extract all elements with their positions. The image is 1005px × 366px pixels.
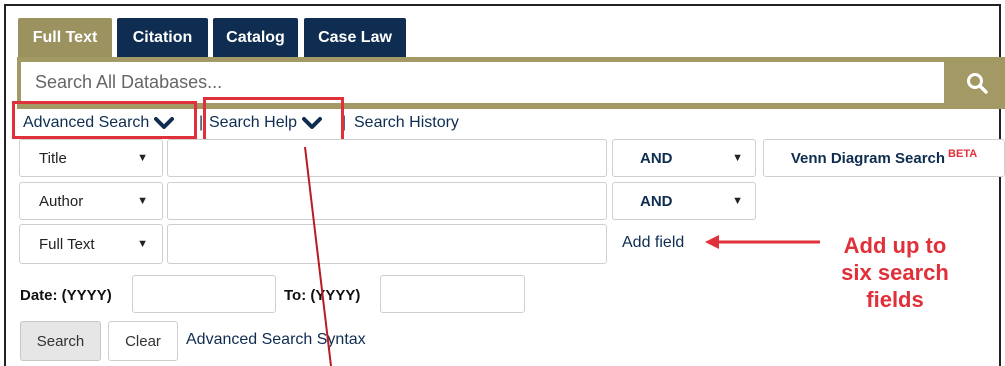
dropdown-arrow-icon: ▼ [732, 195, 743, 207]
search-submit-button[interactable] [948, 62, 1005, 103]
date-from-input[interactable] [132, 275, 276, 313]
dropdown-arrow-icon: ▼ [137, 195, 148, 207]
field-input-2[interactable] [167, 182, 607, 220]
advanced-search-syntax-link[interactable]: Advanced Search Syntax [186, 331, 366, 349]
field-type-select-1[interactable]: Title ▼ [19, 139, 163, 177]
select-value: Full Text [39, 235, 95, 253]
search-history-label: Search History [354, 114, 459, 131]
tab-label: Catalog [226, 29, 285, 46]
highlight-box-search-help [203, 97, 344, 145]
search-button[interactable]: Search [20, 321, 101, 361]
select-value: AND [640, 192, 673, 210]
tab-label: Case Law [318, 29, 392, 46]
annotation-line: Add up to [843, 233, 947, 258]
syntax-label: Advanced Search Syntax [186, 331, 366, 348]
field-input-3[interactable] [167, 224, 607, 264]
date-from-label: Date: (YYYY) [20, 287, 112, 304]
add-field-label: Add field [622, 234, 685, 251]
date-to-label: To: (YYYY) [284, 287, 361, 304]
select-value: Title [39, 149, 67, 167]
add-field-link[interactable]: Add field [622, 234, 684, 252]
dropdown-arrow-icon: ▼ [137, 238, 148, 250]
search-button-label: Search [36, 332, 85, 350]
dropdown-arrow-icon: ▼ [732, 152, 743, 164]
field-type-select-3[interactable]: Full Text ▼ [19, 224, 163, 264]
annotation-line: six search [841, 260, 949, 285]
annotation-line: fields [866, 287, 924, 312]
beta-badge: BETA [948, 148, 978, 160]
select-value: AND [640, 149, 673, 167]
tab-label: Citation [132, 29, 193, 46]
dropdown-arrow-icon: ▼ [137, 152, 148, 164]
boolean-operator-select-2[interactable]: AND ▼ [612, 182, 756, 220]
date-to-input[interactable] [380, 275, 525, 313]
search-input[interactable]: Search All Databases... [21, 62, 944, 103]
field-type-select-2[interactable]: Author ▼ [19, 182, 163, 220]
search-history-link[interactable]: Search History [354, 112, 459, 134]
venn-label: Venn Diagram Search [790, 149, 946, 167]
tab-full-text[interactable]: Full Text [18, 18, 112, 58]
tab-citation[interactable]: Citation [117, 18, 208, 58]
select-value: Author [39, 192, 84, 210]
boolean-operator-select-1[interactable]: AND ▼ [612, 139, 756, 177]
tab-label: Full Text [32, 29, 98, 46]
search-icon [966, 72, 988, 94]
clear-button-label: Clear [125, 332, 161, 350]
tab-case-law[interactable]: Case Law [304, 18, 406, 58]
annotation-callout: Add up to six search fields [805, 232, 985, 313]
highlight-box-advanced-search [12, 101, 197, 139]
tab-catalog[interactable]: Catalog [213, 18, 298, 58]
venn-diagram-search-button[interactable]: Venn Diagram Search BETA [763, 139, 1005, 177]
search-placeholder: Search All Databases... [35, 72, 223, 92]
field-input-1[interactable] [167, 139, 607, 177]
clear-button[interactable]: Clear [108, 321, 178, 361]
